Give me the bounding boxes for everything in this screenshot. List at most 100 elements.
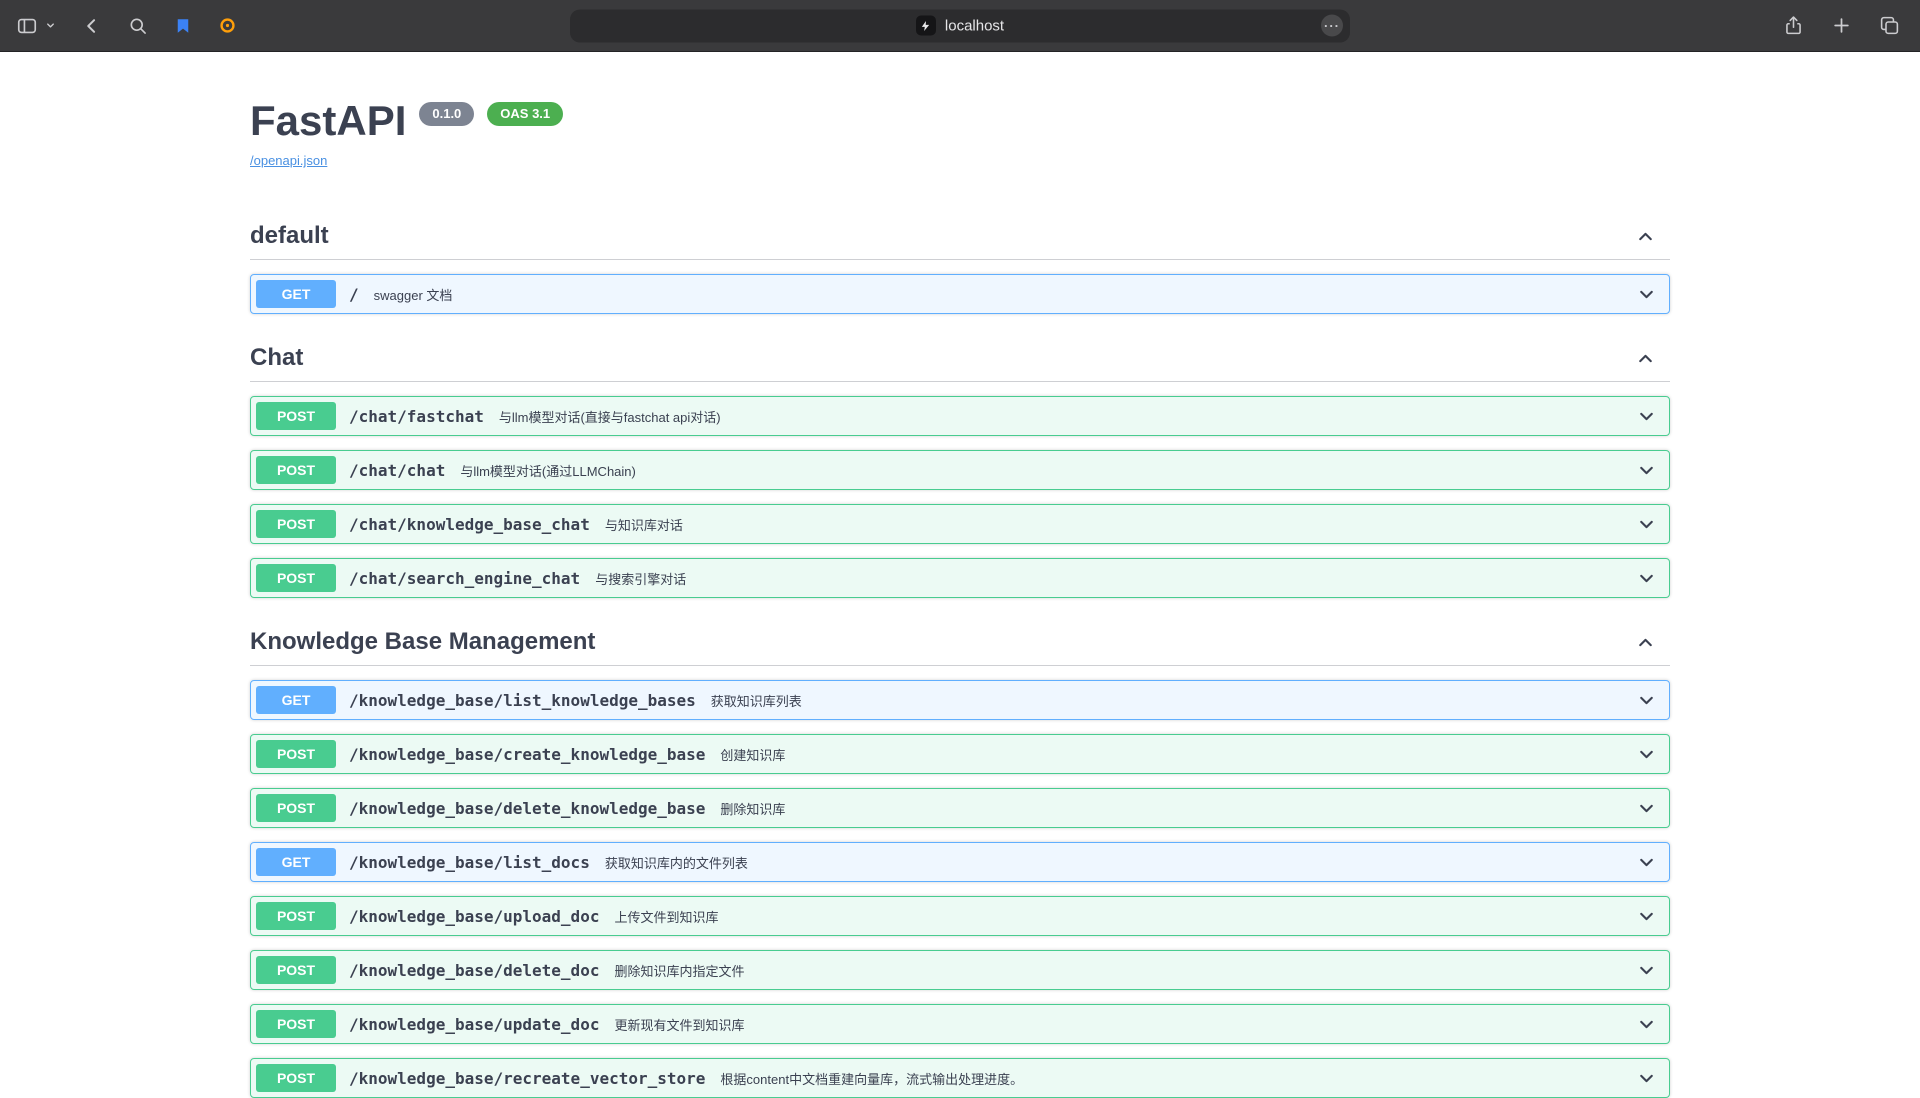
sidebar-cluster — [16, 15, 56, 37]
operation-description: 与llm模型对话(直接与fastchat api对话) — [499, 407, 721, 426]
method-badge: GET — [256, 686, 336, 714]
operation-description: 与llm模型对话(通过LLMChain) — [460, 461, 636, 480]
address-bar[interactable]: localhost ··· — [570, 9, 1350, 42]
method-badge: POST — [256, 740, 336, 768]
operation-path: /knowledge_base/create_knowledge_base — [349, 745, 705, 764]
operation-row-knowledge-base-delete-knowledge-base[interactable]: POST/knowledge_base/delete_knowledge_bas… — [250, 788, 1670, 828]
operation-row-knowledge-base-recreate-vector-store[interactable]: POST/knowledge_base/recreate_vector_stor… — [250, 1058, 1670, 1098]
operation-row-knowledge-base-delete-doc[interactable]: POST/knowledge_base/delete_doc 删除知识库内指定文件 — [250, 950, 1670, 990]
expand-operation-icon[interactable] — [1636, 406, 1657, 427]
operation-description: 与知识库对话 — [605, 515, 683, 534]
site-favicon — [916, 16, 936, 36]
operation-path: /knowledge_base/delete_doc — [349, 961, 599, 980]
operation-row-knowledge-base-upload-doc[interactable]: POST/knowledge_base/upload_doc 上传文件到知识库 — [250, 896, 1670, 936]
operation-description: swagger 文档 — [374, 285, 453, 304]
oas-badge: OAS 3.1 — [487, 102, 563, 126]
back-icon[interactable] — [82, 16, 102, 36]
operation-path: /knowledge_base/list_docs — [349, 853, 590, 872]
operation-row-chat-chat[interactable]: POST/chat/chat 与llm模型对话(通过LLMChain) — [250, 450, 1670, 490]
operation-description: 删除知识库内指定文件 — [614, 961, 744, 980]
operation-description: 与搜索引擎对话 — [595, 569, 686, 588]
operation-row-chat-search-engine-chat[interactable]: POST/chat/search_engine_chat 与搜索引擎对话 — [250, 558, 1670, 598]
expand-operation-icon[interactable] — [1636, 1014, 1657, 1035]
section-title: Knowledge Base Management — [250, 628, 595, 656]
expand-operation-icon[interactable] — [1636, 906, 1657, 927]
expand-operation-icon[interactable] — [1636, 514, 1657, 535]
search-icon[interactable] — [128, 16, 148, 36]
expand-operation-icon[interactable] — [1636, 744, 1657, 765]
operation-row-chat-knowledge-base-chat[interactable]: POST/chat/knowledge_base_chat 与知识库对话 — [250, 504, 1670, 544]
operation-row-chat-fastchat[interactable]: POST/chat/fastchat与llm模型对话(直接与fastchat a… — [250, 396, 1670, 436]
new-tab-icon[interactable] — [1832, 16, 1851, 35]
expand-operation-icon[interactable] — [1636, 960, 1657, 981]
operation-path: / — [349, 285, 359, 304]
tab-group-chevron-icon[interactable] — [45, 20, 56, 31]
orange-extension-icon[interactable] — [218, 16, 237, 35]
swagger-ui: FastAPI 0.1.0 OAS 3.1 /openapi.json defa… — [230, 52, 1690, 1098]
expand-operation-icon[interactable] — [1636, 690, 1657, 711]
method-badge: GET — [256, 280, 336, 308]
section-header-default[interactable]: default — [250, 214, 1670, 260]
method-badge: POST — [256, 510, 336, 538]
operation-row-knowledge-base-list-docs[interactable]: GET/knowledge_base/list_docs 获取知识库内的文件列表 — [250, 842, 1670, 882]
operation-path: /knowledge_base/delete_knowledge_base — [349, 799, 705, 818]
toolbar-left-group — [16, 15, 237, 37]
collapse-section-icon[interactable] — [1635, 226, 1656, 247]
api-title-text: FastAPI — [250, 98, 406, 144]
page-settings-icon[interactable]: ··· — [1321, 15, 1343, 37]
method-badge: POST — [256, 956, 336, 984]
page-title: FastAPI 0.1.0 OAS 3.1 — [250, 98, 1670, 144]
section-header-chat[interactable]: Chat — [250, 336, 1670, 382]
operation-path: /chat/search_engine_chat — [349, 569, 580, 588]
operation-description: 更新现有文件到知识库 — [614, 1015, 744, 1034]
toolbar-right-group — [1783, 0, 1900, 51]
sidebar-toggle-icon[interactable] — [16, 15, 38, 37]
operation-row-knowledge-base-update-doc[interactable]: POST/knowledge_base/update_doc 更新现有文件到知识库 — [250, 1004, 1670, 1044]
tab-overview-icon[interactable] — [1879, 15, 1900, 36]
operation-description: 获取知识库列表 — [711, 691, 802, 710]
expand-operation-icon[interactable] — [1636, 284, 1657, 305]
section-default: default GET / swagger 文档 — [250, 214, 1670, 314]
expand-operation-icon[interactable] — [1636, 852, 1657, 873]
operation-path: /chat/fastchat — [349, 407, 484, 426]
method-badge: POST — [256, 902, 336, 930]
section-knowledge-base-management: Knowledge Base Management GET/knowledge_b… — [250, 620, 1670, 1098]
section-title: Chat — [250, 344, 303, 372]
operation-description: 上传文件到知识库 — [614, 907, 718, 926]
version-badge: 0.1.0 — [419, 102, 474, 126]
section-header-knowledge-base-management[interactable]: Knowledge Base Management — [250, 620, 1670, 666]
blue-extension-icon[interactable] — [174, 17, 192, 35]
operation-path: /knowledge_base/upload_doc — [349, 907, 599, 926]
operation-path: /chat/chat — [349, 461, 445, 480]
operation-path: /knowledge_base/recreate_vector_store — [349, 1069, 705, 1088]
openapi-spec-link[interactable]: /openapi.json — [250, 153, 327, 168]
operation-path: /knowledge_base/list_knowledge_bases — [349, 691, 696, 710]
method-badge: POST — [256, 456, 336, 484]
operation-row-root[interactable]: GET / swagger 文档 — [250, 274, 1670, 314]
expand-operation-icon[interactable] — [1636, 568, 1657, 589]
operation-description: 删除知识库 — [720, 799, 785, 818]
share-icon[interactable] — [1783, 15, 1804, 36]
operation-description: 创建知识库 — [720, 745, 785, 764]
api-sections: default GET / swagger 文档 Chat POST/chat/fastc… — [250, 214, 1670, 1098]
collapse-section-icon[interactable] — [1635, 348, 1656, 369]
address-bar-url: localhost — [945, 17, 1004, 34]
method-badge: POST — [256, 1064, 336, 1092]
method-badge: POST — [256, 1010, 336, 1038]
browser-toolbar: localhost ··· — [0, 0, 1920, 52]
section-chat: ChatPOST/chat/fastchat与llm模型对话(直接与fastch… — [250, 336, 1670, 598]
operation-description: 获取知识库内的文件列表 — [605, 853, 748, 872]
expand-operation-icon[interactable] — [1636, 798, 1657, 819]
expand-operation-icon[interactable] — [1636, 1068, 1657, 1089]
operation-path: /knowledge_base/update_doc — [349, 1015, 599, 1034]
operation-row-knowledge-base-create-knowledge-base[interactable]: POST/knowledge_base/create_knowledge_bas… — [250, 734, 1670, 774]
expand-operation-icon[interactable] — [1636, 460, 1657, 481]
operation-path: /chat/knowledge_base_chat — [349, 515, 590, 534]
method-badge: POST — [256, 564, 336, 592]
collapse-section-icon[interactable] — [1635, 632, 1656, 653]
api-info: FastAPI 0.1.0 OAS 3.1 /openapi.json — [250, 98, 1670, 170]
section-title: default — [250, 222, 329, 250]
method-badge: POST — [256, 794, 336, 822]
method-badge: GET — [256, 848, 336, 876]
operation-row-knowledge-base-list-knowledge-bases[interactable]: GET/knowledge_base/list_knowledge_bases 获… — [250, 680, 1670, 720]
